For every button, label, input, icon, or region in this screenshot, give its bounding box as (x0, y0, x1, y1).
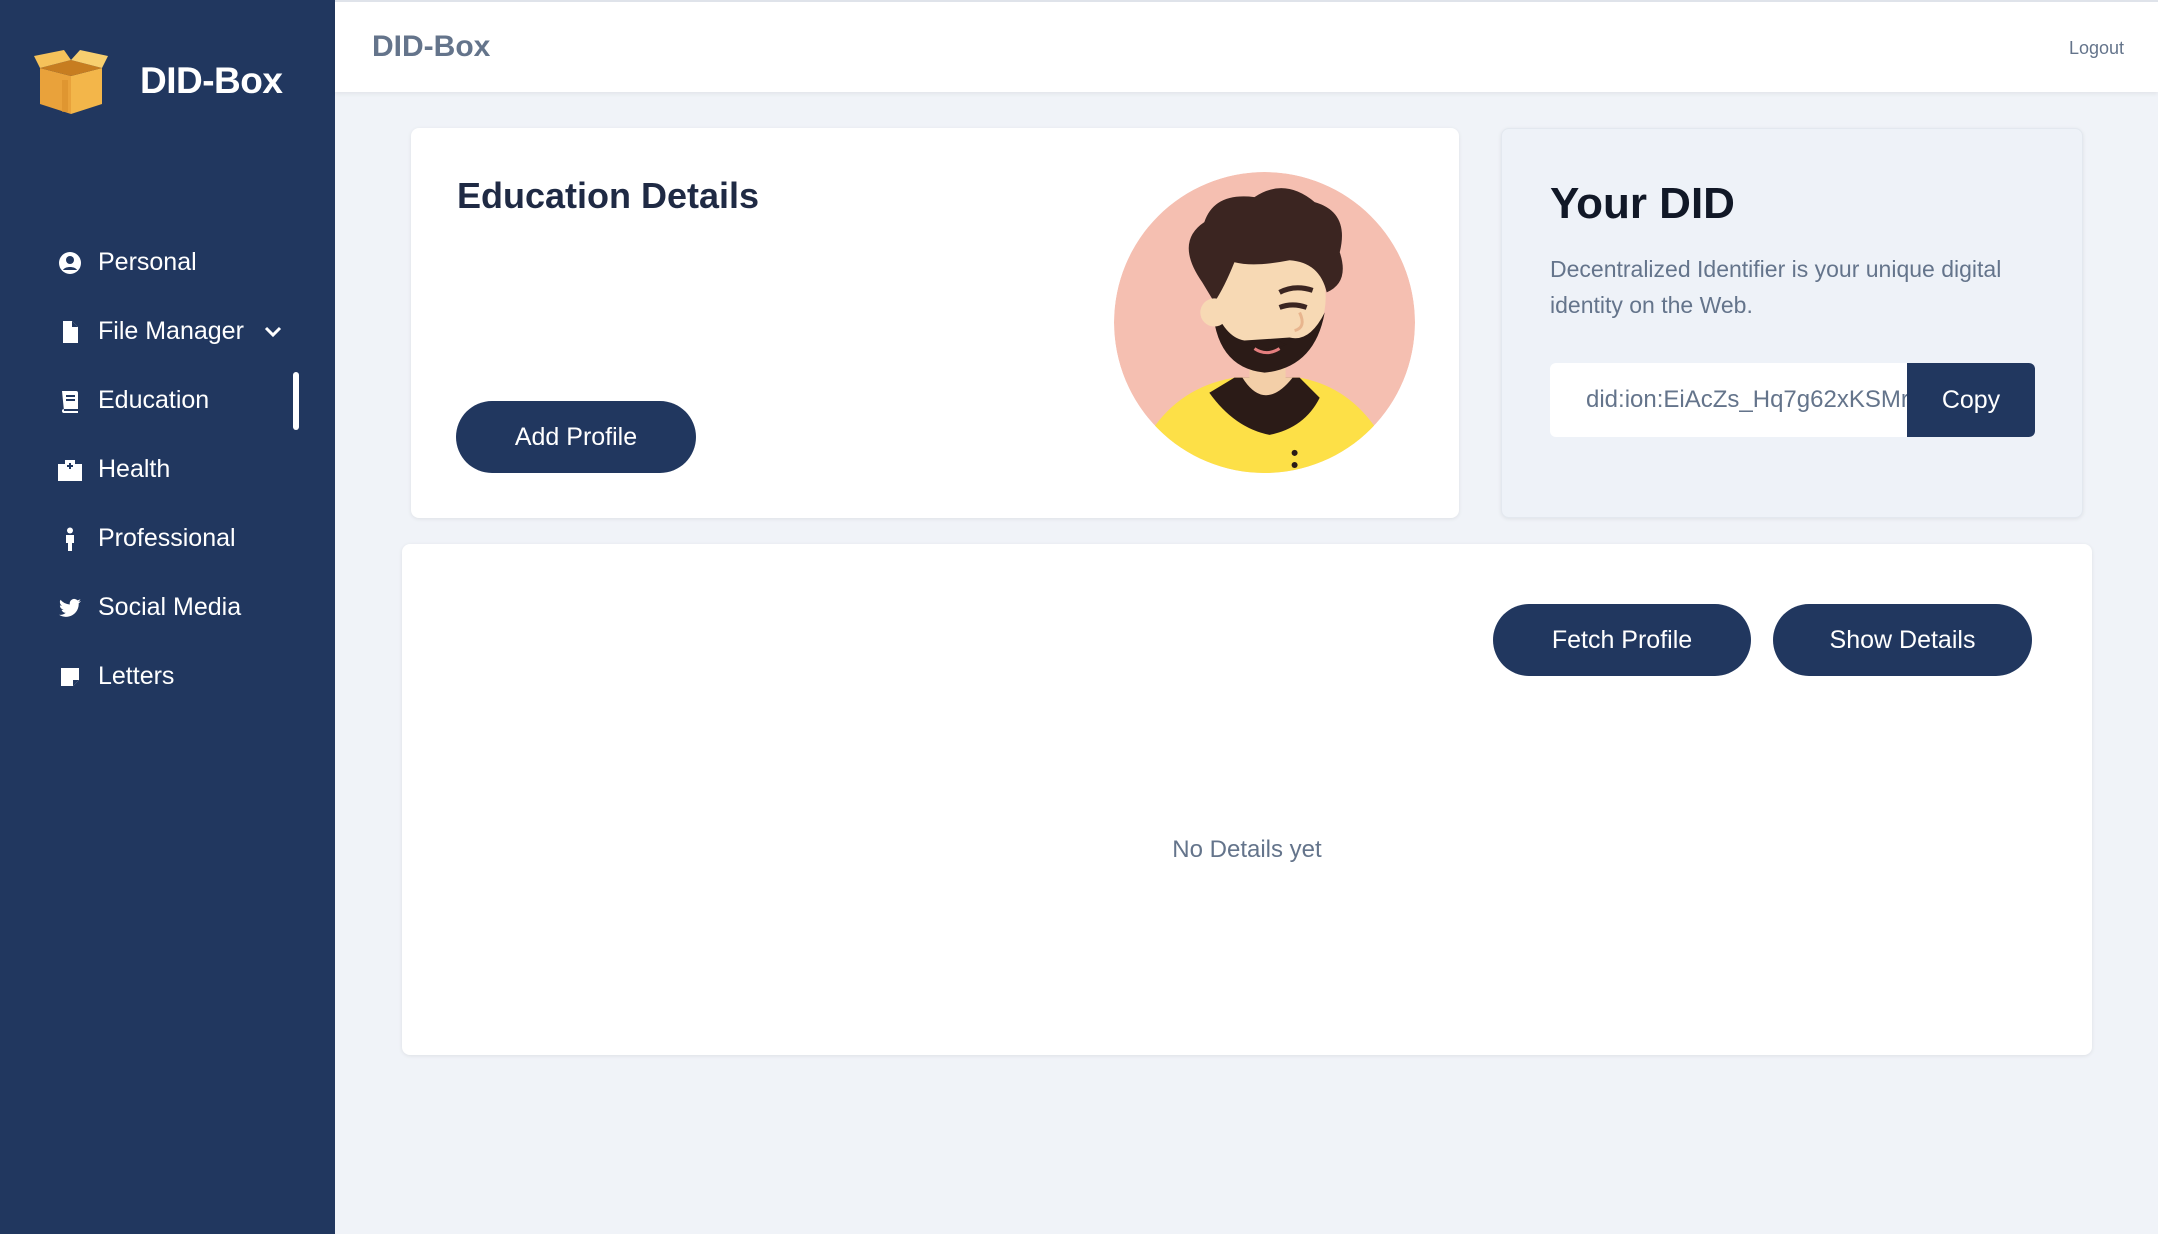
user-circle-icon (56, 249, 84, 277)
did-title: Your DID (1550, 179, 1735, 228)
sidebar-nav: Personal File Manager Education Health P… (0, 228, 335, 711)
sidebar-item-personal[interactable]: Personal (0, 228, 335, 297)
sidebar-item-social-media[interactable]: Social Media (0, 573, 335, 642)
copy-button[interactable]: Copy (1907, 363, 2035, 437)
education-details-title: Education Details (457, 175, 760, 216)
topbar: DID-Box Logout (335, 0, 2158, 92)
education-details-card: Education Details Add Profile (411, 128, 1459, 518)
sidebar-item-education[interactable]: Education (0, 366, 335, 435)
box-logo-icon (34, 50, 108, 114)
show-details-button[interactable]: Show Details (1773, 604, 2032, 676)
sidebar-item-professional[interactable]: Professional (0, 504, 335, 573)
fetch-profile-button[interactable]: Fetch Profile (1493, 604, 1751, 676)
person-icon (56, 525, 84, 553)
sidebar-item-label: Letters (98, 662, 175, 690)
sidebar-item-label: Education (98, 386, 210, 414)
page-title: DID-Box (372, 30, 491, 63)
hospital-icon (56, 456, 84, 484)
sidebar-item-label: File Manager (98, 317, 244, 345)
book-icon (56, 387, 84, 415)
sidebar-item-letters[interactable]: Letters (0, 642, 335, 711)
bearded-man-avatar-icon (1114, 172, 1415, 473)
brand[interactable]: DID-Box (34, 46, 283, 116)
sidebar-item-health[interactable]: Health (0, 435, 335, 504)
sticky-note-icon (56, 663, 84, 691)
sidebar-item-label: Social Media (98, 593, 242, 621)
empty-state-text: No Details yet (1172, 836, 1322, 863)
did-card: Your DID Decentralized Identifier is you… (1501, 128, 2083, 518)
chevron-down-icon[interactable] (262, 321, 284, 343)
sidebar: DID-Box Personal File Manager Education (0, 0, 335, 1234)
sidebar-item-label: Personal (98, 248, 197, 276)
twitter-icon (56, 594, 84, 622)
sidebar-item-label: Professional (98, 524, 236, 552)
logout-link[interactable]: Logout (2069, 38, 2124, 59)
details-card: Fetch Profile Show Details No Details ye… (402, 544, 2092, 1055)
did-value-field[interactable] (1550, 363, 1908, 437)
did-description: Decentralized Identifier is your unique … (1550, 256, 2002, 318)
brand-name: DID-Box (140, 60, 283, 101)
file-icon (56, 318, 84, 346)
sidebar-item-file-manager[interactable]: File Manager (0, 297, 335, 366)
add-profile-button[interactable]: Add Profile (456, 401, 696, 473)
avatar (1114, 172, 1415, 473)
sidebar-item-label: Health (98, 455, 171, 483)
